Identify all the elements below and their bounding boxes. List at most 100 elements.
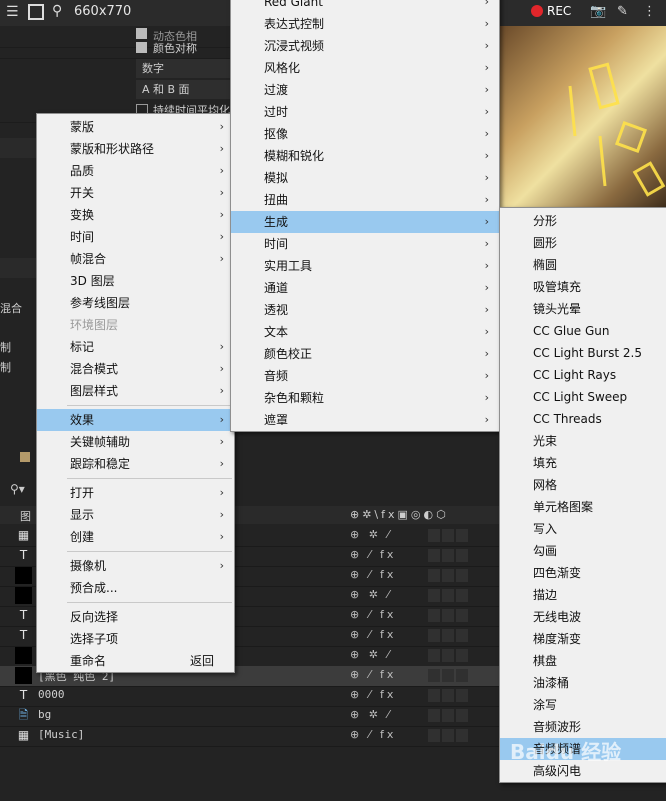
menu-item[interactable]: 创建 › bbox=[37, 526, 234, 548]
menu-item[interactable]: 时间 › bbox=[37, 226, 234, 248]
hamburger-menu-icon[interactable]: ☰ bbox=[6, 4, 19, 20]
menu-item[interactable]: 镜头光晕 bbox=[500, 298, 666, 320]
layer-switches-icons[interactable]: ⊕ ⁄ fx bbox=[350, 668, 396, 681]
menu-item[interactable]: 实用工具 › bbox=[231, 255, 499, 277]
layer-switches-icons[interactable]: ⊕ ✲ ⁄ bbox=[350, 588, 392, 601]
menu-item[interactable]: 吸管填充 bbox=[500, 276, 666, 298]
menu-item[interactable]: 单元格图案 bbox=[500, 496, 666, 518]
menu-item[interactable]: 网格 bbox=[500, 474, 666, 496]
menu-item[interactable]: 勾画 bbox=[500, 540, 666, 562]
layer-switches-icons[interactable]: ⊕ ⁄ fx bbox=[350, 728, 396, 741]
menu-item[interactable]: 分形 bbox=[500, 210, 666, 232]
menu-item[interactable]: 写入 bbox=[500, 518, 666, 540]
pen-icon[interactable]: ✎ bbox=[617, 4, 628, 19]
menu-item[interactable]: 描边 bbox=[500, 584, 666, 606]
menu-item[interactable]: 无线电波 bbox=[500, 606, 666, 628]
menu-item[interactable]: 反向选择 bbox=[37, 606, 234, 628]
menu-item[interactable]: 杂色和颗粒 › bbox=[231, 387, 499, 409]
search-icon[interactable]: ⚲▾ bbox=[10, 482, 25, 496]
menu-item[interactable]: 圆形 bbox=[500, 232, 666, 254]
layer-switch-boxes[interactable] bbox=[428, 589, 468, 602]
layer-switches-icons[interactable]: ⊕ ✲ ⁄ bbox=[350, 528, 392, 541]
menu-item[interactable]: 模糊和锐化 › bbox=[231, 145, 499, 167]
menu-item[interactable]: 时间 › bbox=[231, 233, 499, 255]
menu-item[interactable]: 梯度渐变 bbox=[500, 628, 666, 650]
menu-item[interactable]: 效果 › bbox=[37, 409, 234, 431]
layer-switches-icons[interactable]: ⊕ ✲ ⁄ bbox=[350, 648, 392, 661]
menu-item[interactable]: 光束 bbox=[500, 430, 666, 452]
menu-item[interactable]: 模拟 › bbox=[231, 167, 499, 189]
menu-item[interactable]: 蒙版和形状路径 › bbox=[37, 138, 234, 160]
menu-item[interactable]: 音频波形 bbox=[500, 716, 666, 738]
layer-switches-icons[interactable]: ⊕ ⁄ fx bbox=[350, 548, 396, 561]
menu-item[interactable]: 透视 › bbox=[231, 299, 499, 321]
menu-item[interactable]: 通道 › bbox=[231, 277, 499, 299]
menu-item[interactable]: 跟踪和稳定 › bbox=[37, 453, 234, 475]
layer-switches-icons[interactable]: ⊕ ✲ ⁄ bbox=[350, 708, 392, 721]
menu-item[interactable]: 椭圆 bbox=[500, 254, 666, 276]
menu-item[interactable]: 抠像 › bbox=[231, 123, 499, 145]
layer-switch-boxes[interactable] bbox=[428, 569, 468, 582]
menu-item[interactable]: 风格化 › bbox=[231, 57, 499, 79]
menu-item[interactable]: 沉浸式视频 › bbox=[231, 35, 499, 57]
menu-item[interactable]: 帧混合 › bbox=[37, 248, 234, 270]
window-icon[interactable] bbox=[28, 4, 44, 20]
menu-item[interactable]: 涂写 bbox=[500, 694, 666, 716]
menu-item[interactable]: 棋盘 bbox=[500, 650, 666, 672]
layer-switches-icons[interactable]: ⊕ ⁄ fx bbox=[350, 628, 396, 641]
menu-item[interactable]: 标记 › bbox=[37, 336, 234, 358]
layer-switch-boxes[interactable] bbox=[428, 549, 468, 562]
menu-item[interactable]: 过渡 › bbox=[231, 79, 499, 101]
menu-item[interactable]: CC Threads bbox=[500, 408, 666, 430]
menu-item[interactable]: 颜色校正 › bbox=[231, 343, 499, 365]
menu-item[interactable]: 摄像机 › bbox=[37, 555, 234, 577]
menu-item[interactable]: 参考线图层 bbox=[37, 292, 234, 314]
menu-item[interactable]: 图层样式 › bbox=[37, 380, 234, 402]
more-icon[interactable]: ⋮ bbox=[643, 4, 656, 19]
menu-item[interactable]: 预合成... bbox=[37, 577, 234, 599]
menu-item[interactable]: 音频 › bbox=[231, 365, 499, 387]
layer-switch-boxes[interactable] bbox=[428, 609, 468, 622]
composition-preview[interactable] bbox=[500, 26, 666, 212]
menu-item[interactable]: 填充 bbox=[500, 452, 666, 474]
layer-switch-boxes[interactable] bbox=[428, 629, 468, 642]
menu-item[interactable]: 打开 › bbox=[37, 482, 234, 504]
layer-switch-boxes[interactable] bbox=[428, 689, 468, 702]
menu-item[interactable]: 关键帧辅助 › bbox=[37, 431, 234, 453]
search-icon[interactable]: ⚲ bbox=[52, 3, 62, 19]
menu-item[interactable]: CC Light Sweep bbox=[500, 386, 666, 408]
layer-switches-icons[interactable]: ⊕ ⁄ fx bbox=[350, 608, 396, 621]
menu-item[interactable]: 蒙版 › bbox=[37, 116, 234, 138]
record-button[interactable]: REC bbox=[531, 4, 571, 18]
ec-dropdown-2[interactable]: A 和 B 面 bbox=[136, 80, 238, 99]
layer-switches-icons[interactable]: ⊕ ⁄ fx bbox=[350, 568, 396, 581]
menu-item[interactable]: 变换 › bbox=[37, 204, 234, 226]
layer-switch-boxes[interactable] bbox=[428, 529, 468, 542]
menu-item[interactable]: 四色渐变 bbox=[500, 562, 666, 584]
menu-item[interactable]: Red Giant › bbox=[231, 0, 499, 13]
menu-item[interactable]: 生成 › bbox=[231, 211, 499, 233]
menu-item[interactable]: 显示 › bbox=[37, 504, 234, 526]
menu-item[interactable]: 重命名 返回 bbox=[37, 650, 234, 672]
menu-item[interactable]: 混合模式 › bbox=[37, 358, 234, 380]
menu-item[interactable]: 遮罩 › bbox=[231, 409, 499, 431]
menu-item[interactable]: 过时 › bbox=[231, 101, 499, 123]
layer-switch-boxes[interactable] bbox=[428, 709, 468, 722]
checkbox-checked-icon[interactable] bbox=[136, 42, 147, 53]
camera-icon[interactable]: 📷 bbox=[590, 4, 606, 19]
menu-item[interactable]: CC Light Rays bbox=[500, 364, 666, 386]
menu-item[interactable]: 文本 › bbox=[231, 321, 499, 343]
menu-item[interactable]: CC Glue Gun bbox=[500, 320, 666, 342]
menu-item[interactable]: 表达式控制 › bbox=[231, 13, 499, 35]
menu-item[interactable]: 开关 › bbox=[37, 182, 234, 204]
menu-item[interactable]: 油漆桶 bbox=[500, 672, 666, 694]
menu-item[interactable]: 品质 › bbox=[37, 160, 234, 182]
ec-dropdown-1[interactable]: 数字 bbox=[136, 59, 238, 78]
menu-item[interactable]: 3D 图层 bbox=[37, 270, 234, 292]
menu-item[interactable]: CC Light Burst 2.5 bbox=[500, 342, 666, 364]
layer-switch-boxes[interactable] bbox=[428, 669, 468, 682]
layer-switches-icons[interactable]: ⊕ ⁄ fx bbox=[350, 688, 396, 701]
menu-item[interactable]: 选择子项 bbox=[37, 628, 234, 650]
menu-item[interactable]: 扭曲 › bbox=[231, 189, 499, 211]
layer-switch-boxes[interactable] bbox=[428, 649, 468, 662]
